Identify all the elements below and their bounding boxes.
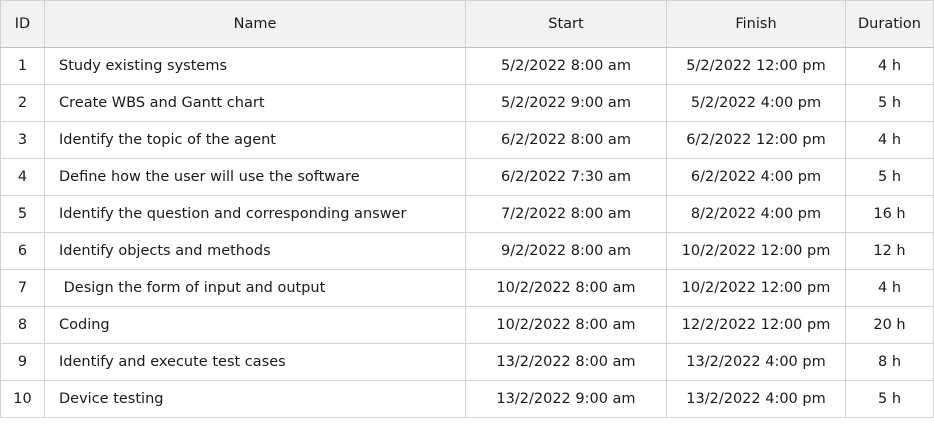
cell-duration[interactable]: 4 h: [845, 121, 934, 159]
cell-finish[interactable]: 12/2/2022 12:00 pm: [666, 306, 846, 344]
cell-duration[interactable]: 5 h: [845, 84, 934, 122]
column-header-duration[interactable]: Duration: [845, 0, 934, 48]
cell-name[interactable]: Identify the topic of the agent: [44, 121, 466, 159]
column-header-name[interactable]: Name: [44, 0, 466, 48]
table-row[interactable]: 2 Create WBS and Gantt chart 5/2/2022 9:00…: [0, 84, 934, 122]
cell-id[interactable]: 1: [0, 47, 45, 85]
table-row[interactable]: 1 Study existing systems 5/2/2022 8:00 am 5…: [0, 47, 934, 85]
cell-finish[interactable]: 8/2/2022 4:00 pm: [666, 195, 846, 233]
cell-finish[interactable]: 5/2/2022 12:00 pm: [666, 47, 846, 85]
cell-finish[interactable]: 13/2/2022 4:00 pm: [666, 343, 846, 381]
cell-start[interactable]: 10/2/2022 8:00 am: [465, 269, 667, 307]
cell-name[interactable]: Define how the user will use the softwar…: [44, 158, 466, 196]
cell-duration[interactable]: 20 h: [845, 306, 934, 344]
cell-duration[interactable]: 4 h: [845, 269, 934, 307]
cell-start[interactable]: 9/2/2022 8:00 am: [465, 232, 667, 270]
cell-start[interactable]: 10/2/2022 8:00 am: [465, 306, 667, 344]
cell-name[interactable]: Design the form of input and output: [44, 269, 466, 307]
cell-finish[interactable]: 13/2/2022 4:00 pm: [666, 380, 846, 418]
cell-finish[interactable]: 6/2/2022 4:00 pm: [666, 158, 846, 196]
cell-name[interactable]: Study existing systems: [44, 47, 466, 85]
task-table: ID Name Start Finish Duration 1 Study exi…: [0, 0, 934, 418]
table-row[interactable]: 6 Identify objects and methods 9/2/2022 8:…: [0, 232, 934, 270]
cell-finish[interactable]: 10/2/2022 12:00 pm: [666, 269, 846, 307]
cell-finish[interactable]: 6/2/2022 12:00 pm: [666, 121, 846, 159]
cell-duration[interactable]: 4 h: [845, 47, 934, 85]
table-row[interactable]: 5 Identify the question and corresponding…: [0, 195, 934, 233]
cell-start[interactable]: 13/2/2022 9:00 am: [465, 380, 667, 418]
table-row[interactable]: 8 Coding 10/2/2022 8:00 am 12/2/2022 12:00 …: [0, 306, 934, 344]
cell-duration[interactable]: 8 h: [845, 343, 934, 381]
cell-start[interactable]: 13/2/2022 8:00 am: [465, 343, 667, 381]
cell-start[interactable]: 6/2/2022 8:00 am: [465, 121, 667, 159]
cell-id[interactable]: 4: [0, 158, 45, 196]
cell-id[interactable]: 7: [0, 269, 45, 307]
column-header-start[interactable]: Start: [465, 0, 667, 48]
cell-duration[interactable]: 16 h: [845, 195, 934, 233]
table-row[interactable]: 10 Device testing 13/2/2022 9:00 am 13/2/20…: [0, 380, 934, 418]
cell-start[interactable]: 5/2/2022 8:00 am: [465, 47, 667, 85]
header-row: ID Name Start Finish Duration: [0, 0, 934, 48]
cell-duration[interactable]: 5 h: [845, 380, 934, 418]
table-body: 1 Study existing systems 5/2/2022 8:00 am 5…: [0, 47, 934, 418]
cell-id[interactable]: 2: [0, 84, 45, 122]
cell-name[interactable]: Identify the question and corresponding …: [44, 195, 466, 233]
table-row[interactable]: 9 Identify and execute test cases 13/2/202…: [0, 343, 934, 381]
table-row[interactable]: 3 Identify the topic of the agent 6/2/2022…: [0, 121, 934, 159]
cell-id[interactable]: 10: [0, 380, 45, 418]
table-row[interactable]: 4 Define how the user will use the softwa…: [0, 158, 934, 196]
cell-start[interactable]: 5/2/2022 9:00 am: [465, 84, 667, 122]
table-header: ID Name Start Finish Duration: [0, 0, 934, 48]
column-header-id[interactable]: ID: [0, 0, 45, 48]
cell-id[interactable]: 5: [0, 195, 45, 233]
cell-start[interactable]: 7/2/2022 8:00 am: [465, 195, 667, 233]
cell-finish[interactable]: 5/2/2022 4:00 pm: [666, 84, 846, 122]
cell-id[interactable]: 6: [0, 232, 45, 270]
cell-id[interactable]: 8: [0, 306, 45, 344]
cell-id[interactable]: 9: [0, 343, 45, 381]
cell-name[interactable]: Create WBS and Gantt chart: [44, 84, 466, 122]
cell-name[interactable]: Device testing: [44, 380, 466, 418]
table-row[interactable]: 7 Design the form of input and output 10/…: [0, 269, 934, 307]
cell-duration[interactable]: 12 h: [845, 232, 934, 270]
cell-name[interactable]: Identify objects and methods: [44, 232, 466, 270]
cell-start[interactable]: 6/2/2022 7:30 am: [465, 158, 667, 196]
column-header-finish[interactable]: Finish: [666, 0, 846, 48]
cell-duration[interactable]: 5 h: [845, 158, 934, 196]
cell-finish[interactable]: 10/2/2022 12:00 pm: [666, 232, 846, 270]
cell-id[interactable]: 3: [0, 121, 45, 159]
cell-name[interactable]: Coding: [44, 306, 466, 344]
cell-name[interactable]: Identify and execute test cases: [44, 343, 466, 381]
